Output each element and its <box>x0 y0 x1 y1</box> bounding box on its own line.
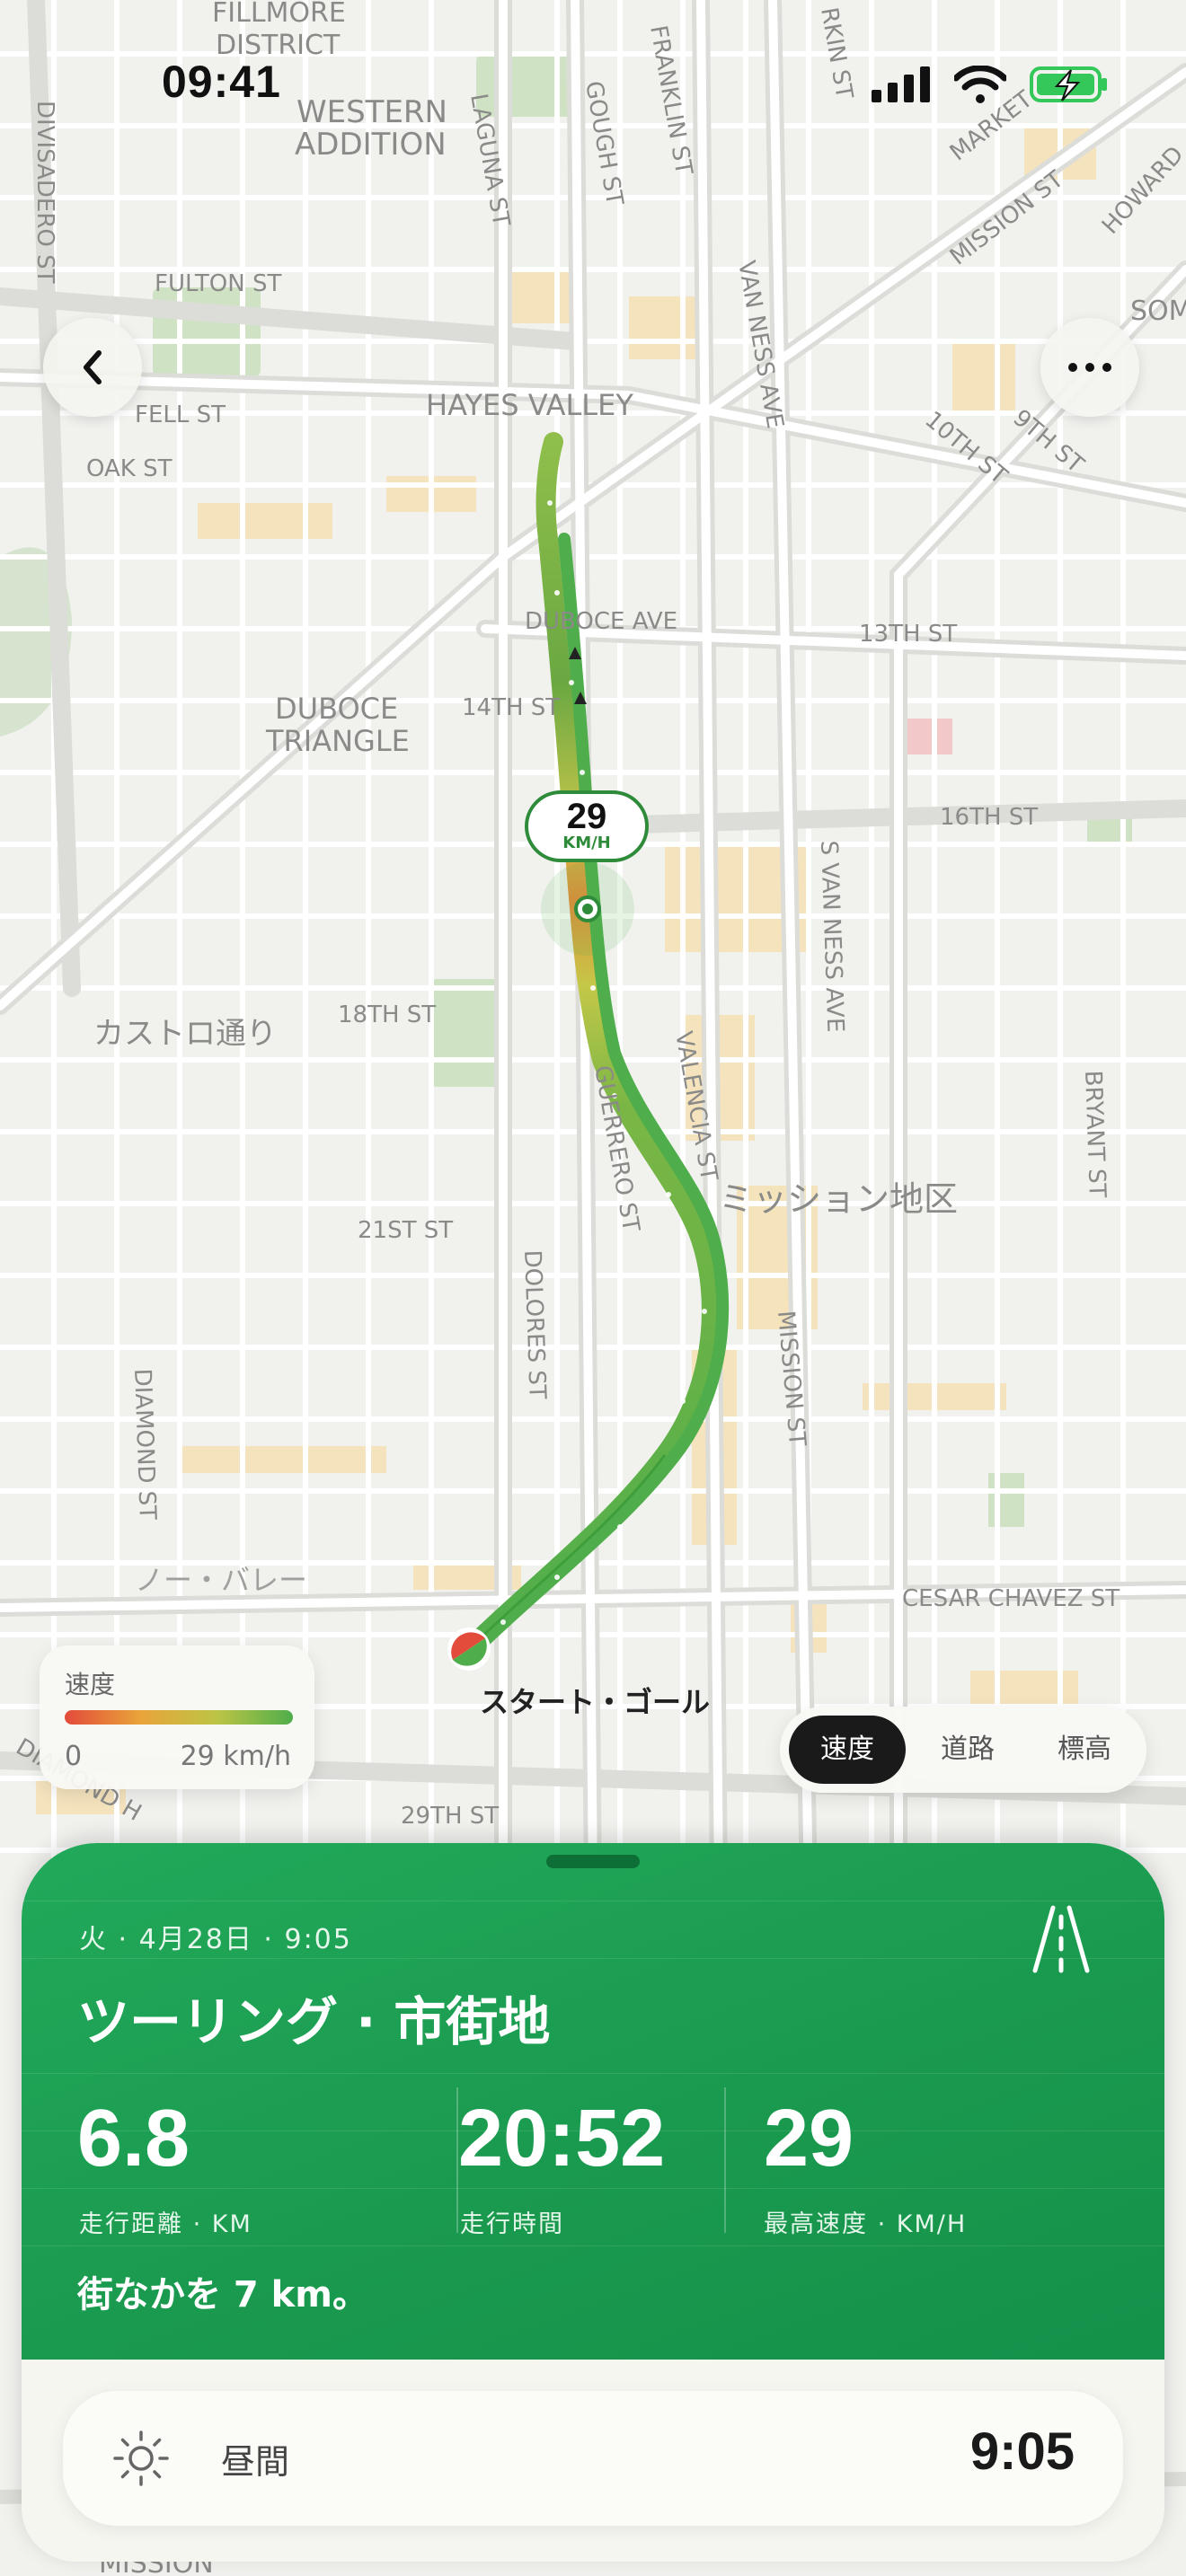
max-speed-label: 最高速度 · KM/H <box>764 2210 968 2238</box>
wifi-icon <box>954 66 1006 103</box>
svg-text:カストロ通り: カストロ通り <box>93 1016 277 1052</box>
segment-speed[interactable]: 速度 <box>789 1716 906 1784</box>
segment-road[interactable]: 道路 <box>909 1716 1026 1784</box>
back-button[interactable] <box>43 318 142 417</box>
svg-text:18TH ST: 18TH ST <box>338 1001 436 1028</box>
ride-title: ツーリング · 市街地 <box>77 1991 551 2052</box>
sun-icon <box>113 2430 169 2486</box>
svg-text:SOM: SOM <box>1130 296 1186 327</box>
stat-divider <box>724 2087 726 2233</box>
ride-date: 火 · 4月28日 · 9:05 <box>79 1924 352 1955</box>
daylight-label: 昼間 <box>221 2442 290 2482</box>
start-goal-label: スタート・ゴール <box>480 1685 711 1719</box>
road-icon <box>1032 1905 1090 1973</box>
map-mode-segmented-control: 速度 道路 標高 <box>780 1707 1146 1793</box>
speed-marker: 29 KM/H <box>525 790 649 862</box>
svg-text:14TH ST: 14TH ST <box>462 694 560 721</box>
status-time: 09:41 <box>162 57 281 107</box>
svg-text:DOLORES ST: DOLORES ST <box>518 1249 551 1399</box>
svg-text:OAK ST: OAK ST <box>86 455 173 482</box>
svg-text:16TH ST: 16TH ST <box>940 804 1038 831</box>
svg-text:29TH ST: 29TH ST <box>401 1803 499 1830</box>
svg-text:DUBOCE: DUBOCE <box>275 692 398 726</box>
svg-text:21ST ST: 21ST ST <box>358 1217 453 1244</box>
legend-min: 0 <box>65 1741 83 1772</box>
chevron-left-icon <box>84 350 102 384</box>
distance-label: 走行距離 · KM <box>79 2210 252 2238</box>
speed-legend: 速度 0 29 km/h <box>40 1645 314 1789</box>
svg-text:DIAMOND ST: DIAMOND ST <box>128 1368 161 1521</box>
max-speed-value: 29 <box>764 2094 854 2183</box>
svg-text:13TH ST: 13TH ST <box>859 621 957 648</box>
status-icons <box>872 65 1109 104</box>
legend-gradient-bar <box>65 1710 293 1725</box>
svg-text:FILLMORE: FILLMORE <box>212 0 346 29</box>
speed-marker-value: 29 <box>566 797 607 836</box>
svg-text:FULTON ST: FULTON ST <box>155 270 281 297</box>
sheet-grabber[interactable] <box>546 1855 640 1868</box>
segment-elevation[interactable]: 標高 <box>1028 1716 1141 1784</box>
speed-marker-unit: KM/H <box>562 834 611 852</box>
cellular-signal-icon <box>872 66 930 102</box>
svg-text:BRYANT ST: BRYANT ST <box>1079 1070 1111 1198</box>
svg-text:HAYES VALLEY: HAYES VALLEY <box>426 388 633 422</box>
svg-text:ADDITION: ADDITION <box>295 127 447 163</box>
ride-summary-text: 街なかを 7 km。 <box>77 2274 368 2316</box>
svg-text:ミッション地区: ミッション地区 <box>719 1179 958 1219</box>
ride-summary-sheet: 火 · 4月28日 · 9:05 ツーリング · 市街地 6.8 走行距離 · … <box>22 1843 1164 2562</box>
ride-summary-card[interactable]: 火 · 4月28日 · 9:05 ツーリング · 市街地 6.8 走行距離 · … <box>22 1843 1164 2360</box>
legend-max: 29 km/h <box>180 1741 291 1772</box>
svg-text:TRIANGLE: TRIANGLE <box>265 724 410 758</box>
more-horizontal-icon <box>1068 363 1111 372</box>
more-button[interactable] <box>1040 318 1139 417</box>
duration-value: 20:52 <box>458 2094 666 2183</box>
start-goal-marker <box>447 1628 491 1671</box>
svg-text:DUBOCE AVE: DUBOCE AVE <box>525 608 677 635</box>
legend-title: 速度 <box>65 1670 116 1699</box>
daylight-row[interactable]: 昼間 9:05 <box>63 2391 1123 2526</box>
daylight-time: 9:05 <box>969 2422 1075 2481</box>
duration-label: 走行時間 <box>460 2210 564 2238</box>
svg-text:ノー・バレー: ノー・バレー <box>135 1563 307 1597</box>
svg-text:WESTERN: WESTERN <box>296 94 447 130</box>
battery-charging-icon <box>1030 66 1107 102</box>
svg-text:DIVISADERO ST: DIVISADERO ST <box>31 101 58 284</box>
distance-value: 6.8 <box>77 2094 190 2183</box>
svg-text:FELL ST: FELL ST <box>135 401 226 428</box>
svg-text:CESAR CHAVEZ ST: CESAR CHAVEZ ST <box>902 1585 1120 1612</box>
